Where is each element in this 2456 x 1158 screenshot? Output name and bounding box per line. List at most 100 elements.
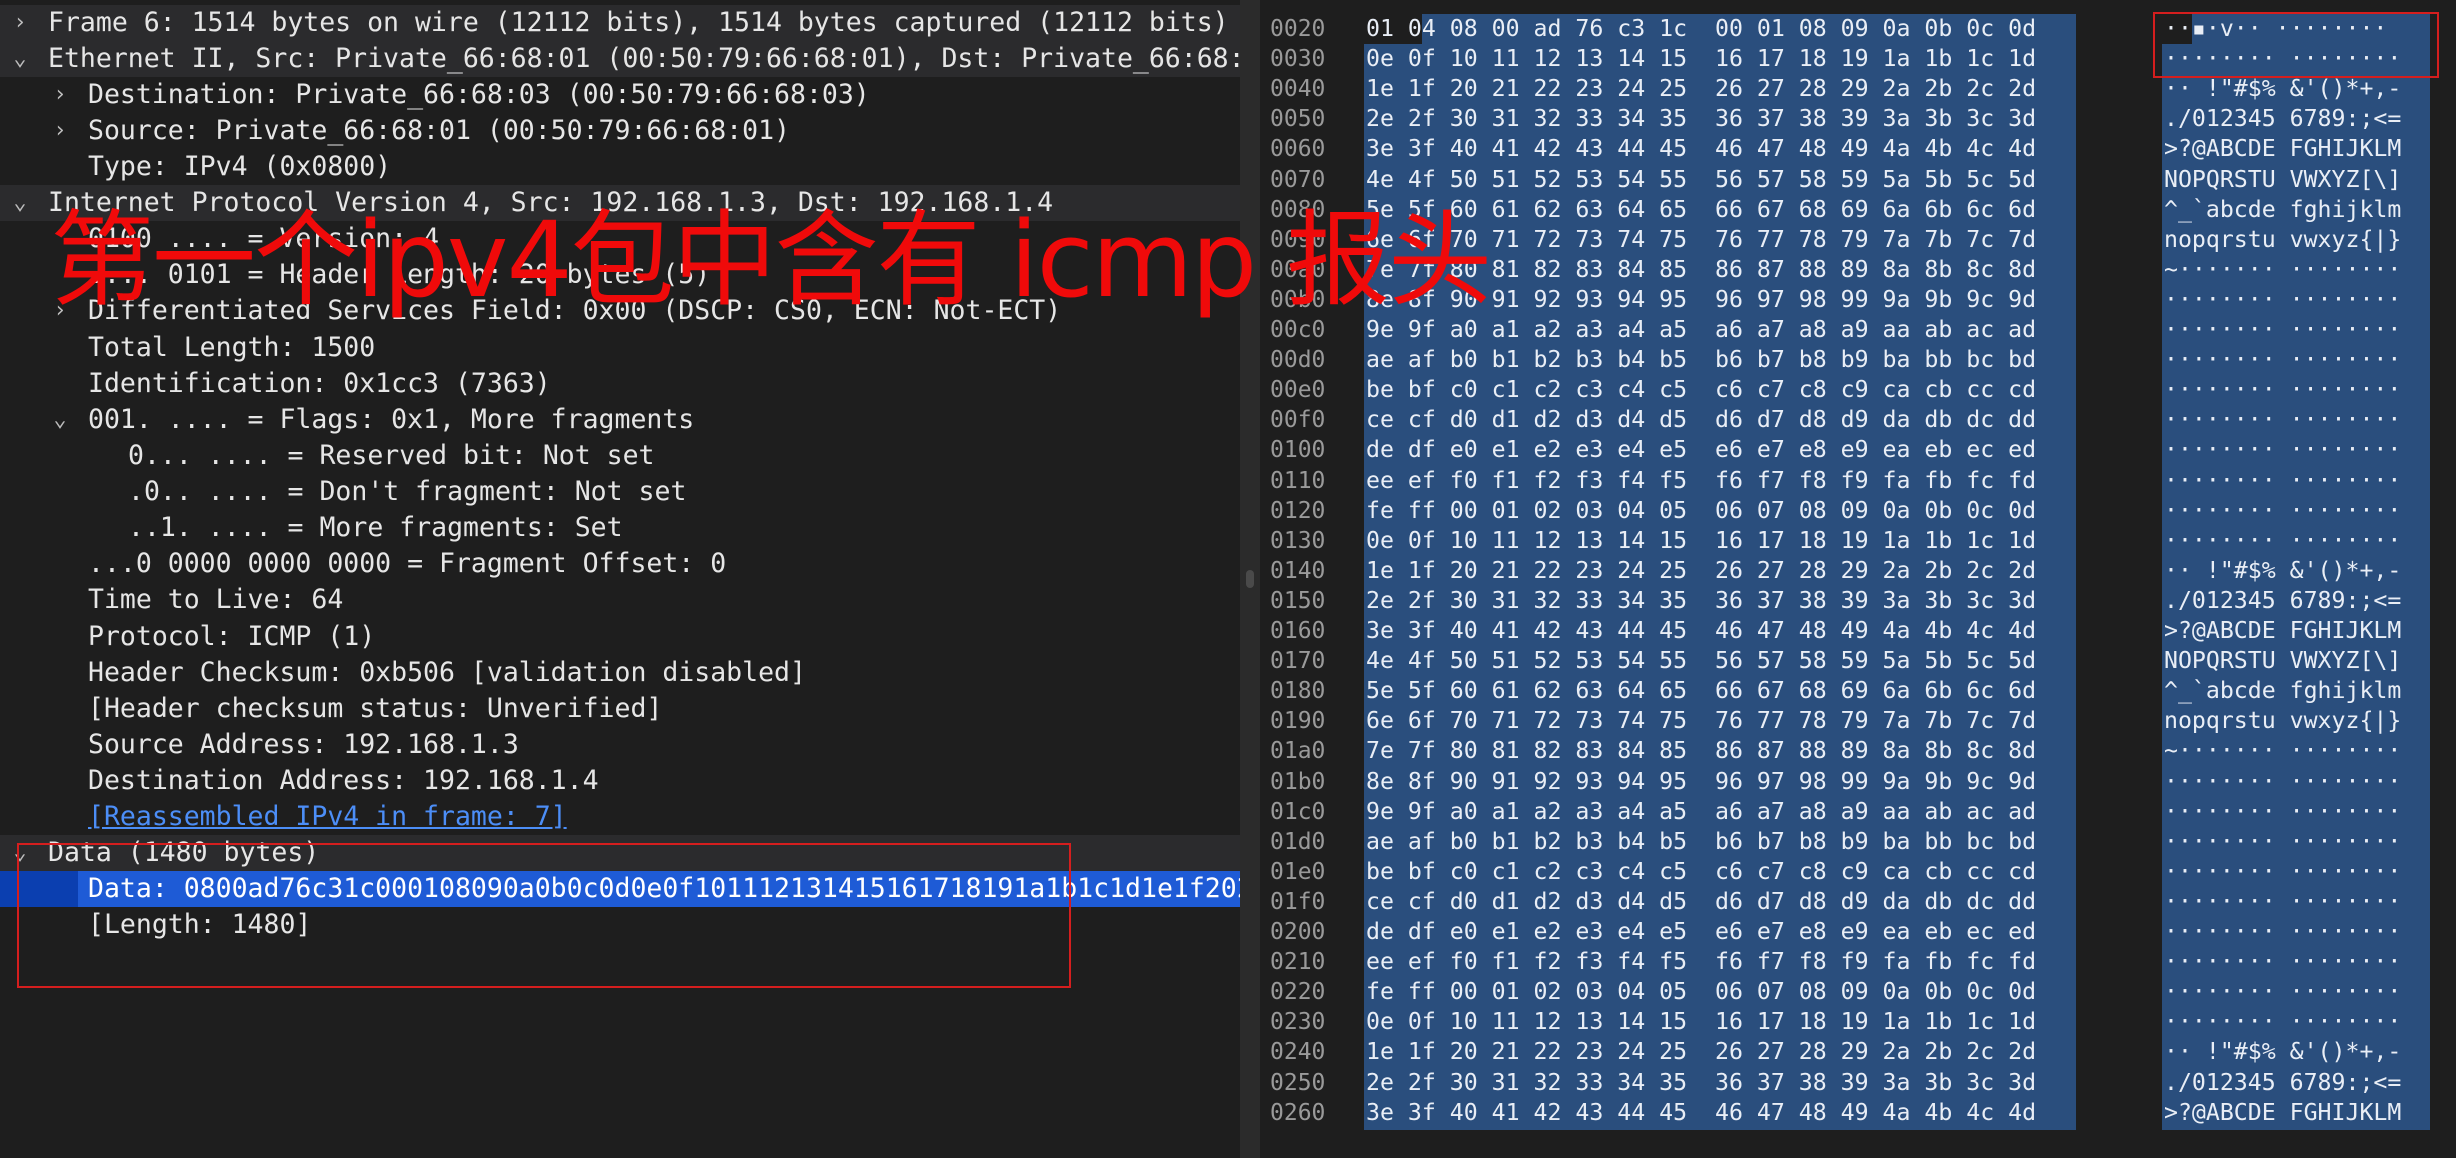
hex-offset: 0070	[1270, 166, 1326, 193]
hex-bytes[interactable]: ee ef f0 f1 f2 f3 f4 f5 f6 f7 f8 f9 fa f…	[1366, 466, 2036, 496]
hex-bytes[interactable]: 3e 3f 40 41 42 43 44 45 46 47 48 49 4a 4…	[1366, 616, 2036, 646]
ascii-bytes[interactable]: ········ ········	[2164, 977, 2401, 1007]
hex-bytes[interactable]: 2e 2f 30 31 32 33 34 35 36 37 38 39 3a 3…	[1366, 1068, 2036, 1098]
chevron-down-icon[interactable]: ⌄	[8, 185, 32, 221]
hex-bytes[interactable]: 7e 7f 80 81 82 83 84 85 86 87 88 89 8a 8…	[1366, 736, 2036, 766]
packet-bytes-pane[interactable]: 0020 01 04 08 00 ad 76 c3 1c 00 01 08 09 …	[1260, 0, 2456, 1158]
hex-bytes[interactable]: 0e 0f 10 11 12 13 14 15 16 17 18 19 1a 1…	[1366, 1007, 2036, 1037]
hex-bytes[interactable]: 2e 2f 30 31 32 33 34 35 36 37 38 39 3a 3…	[1366, 586, 2036, 616]
ascii-bytes[interactable]: ········ ········	[2164, 496, 2401, 526]
hex-offset: 01e0	[1270, 858, 1326, 885]
tree-row[interactable]: Identification: 0x1cc3 (7363)	[0, 366, 1240, 402]
hex-bytes[interactable]: 2e 2f 30 31 32 33 34 35 36 37 38 39 3a 3…	[1366, 104, 2036, 134]
tree-row[interactable]: .0.. .... = Don't fragment: Not set	[0, 474, 1240, 510]
tree-row[interactable]: ⌄ 001. .... = Flags: 0x1, More fragments	[0, 402, 1240, 438]
tree-row[interactable]: › Frame 6: 1514 bytes on wire (12112 bits…	[0, 5, 1240, 41]
pane-splitter[interactable]	[1240, 0, 1260, 1158]
hex-bytes[interactable]: 1e 1f 20 21 22 23 24 25 26 27 28 29 2a 2…	[1366, 1037, 2036, 1067]
tree-row[interactable]: Destination Address: 192.168.1.4	[0, 763, 1240, 799]
tree-row[interactable]: Source Address: 192.168.1.3	[0, 727, 1240, 763]
ascii-bytes[interactable]: nopqrstu vwxyz{|}	[2164, 706, 2401, 736]
hex-bytes[interactable]: 1e 1f 20 21 22 23 24 25 26 27 28 29 2a 2…	[1366, 556, 2036, 586]
ascii-bytes[interactable]: ^_`abcde fghijklm	[2164, 195, 2401, 225]
hex-bytes[interactable]: 3e 3f 40 41 42 43 44 45 46 47 48 49 4a 4…	[1366, 1098, 2036, 1128]
reassembled-frame-link[interactable]: [Reassembled IPv4 in frame: 7]	[88, 799, 567, 835]
ascii-bytes[interactable]: ········ ········	[2164, 827, 2401, 857]
hex-bytes[interactable]: 0e 0f 10 11 12 13 14 15 16 17 18 19 1a 1…	[1366, 44, 2036, 74]
hex-bytes[interactable]: be bf c0 c1 c2 c3 c4 c5 c6 c7 c8 c9 ca c…	[1366, 857, 2036, 887]
tree-row[interactable]: Header Checksum: 0xb506 [validation disa…	[0, 655, 1240, 691]
ascii-bytes[interactable]: >?@ABCDE FGHIJKLM	[2164, 1098, 2401, 1128]
ascii-bytes[interactable]: ········ ········	[2164, 797, 2401, 827]
ascii-bytes[interactable]: ~······· ········	[2164, 255, 2401, 285]
chevron-down-icon[interactable]: ⌄	[48, 402, 72, 438]
ascii-bytes[interactable]: ./012345 6789:;<=	[2164, 586, 2401, 616]
tree-row[interactable]: ..1. .... = More fragments: Set	[0, 510, 1240, 546]
ascii-bytes[interactable]: ·· !"#$% &'()*+,-	[2164, 556, 2401, 586]
hex-bytes[interactable]: 3e 3f 40 41 42 43 44 45 46 47 48 49 4a 4…	[1366, 134, 2036, 164]
ascii-bytes[interactable]: ········ ········	[2164, 375, 2401, 405]
tree-row[interactable]: Time to Live: 64	[0, 582, 1240, 618]
ascii-bytes[interactable]: ········ ········	[2164, 466, 2401, 496]
chevron-right-icon[interactable]: ›	[48, 113, 72, 149]
hex-bytes[interactable]: 9e 9f a0 a1 a2 a3 a4 a5 a6 a7 a8 a9 aa a…	[1366, 797, 2036, 827]
hex-bytes[interactable]: ae af b0 b1 b2 b3 b4 b5 b6 b7 b8 b9 ba b…	[1366, 827, 2036, 857]
tree-row[interactable]: Type: IPv4 (0x0800)	[0, 149, 1240, 185]
annotation-overlay-text: 第一个ipv4包中含有 icmp 报头	[50, 199, 1492, 321]
hex-bytes[interactable]: 8e 8f 90 91 92 93 94 95 96 97 98 99 9a 9…	[1366, 767, 2036, 797]
tree-row[interactable]: 0... .... = Reserved bit: Not set	[0, 438, 1240, 474]
hex-bytes[interactable]: de df e0 e1 e2 e3 e4 e5 e6 e7 e8 e9 ea e…	[1366, 435, 2036, 465]
ascii-bytes[interactable]: ·· !"#$% &'()*+,-	[2164, 1037, 2401, 1067]
hex-bytes[interactable]: 6e 6f 70 71 72 73 74 75 76 77 78 79 7a 7…	[1366, 706, 2036, 736]
ascii-bytes[interactable]: ········ ········	[2164, 947, 2401, 977]
ascii-bytes[interactable]: nopqrstu vwxyz{|}	[2164, 225, 2401, 255]
ascii-bytes[interactable]: ········ ········	[2164, 767, 2401, 797]
hex-bytes[interactable]: 01 04 08 00 ad 76 c3 1c 00 01 08 09 0a 0…	[1366, 14, 2036, 44]
hex-bytes[interactable]: ee ef f0 f1 f2 f3 f4 f5 f6 f7 f8 f9 fa f…	[1366, 947, 2036, 977]
ascii-bytes[interactable]: ········ ········	[2164, 315, 2401, 345]
ascii-bytes[interactable]: ········ ········	[2164, 405, 2401, 435]
tree-row-label: Source Address: 192.168.1.3	[88, 729, 519, 760]
ascii-bytes[interactable]: ········ ········	[2164, 1007, 2401, 1037]
hex-bytes[interactable]: ce cf d0 d1 d2 d3 d4 d5 d6 d7 d8 d9 da d…	[1366, 887, 2036, 917]
ascii-bytes[interactable]: ./012345 6789:;<=	[2164, 104, 2401, 134]
hex-bytes[interactable]: 5e 5f 60 61 62 63 64 65 66 67 68 69 6a 6…	[1366, 676, 2036, 706]
ascii-bytes[interactable]: ········ ········	[2164, 285, 2401, 315]
hex-bytes[interactable]: ce cf d0 d1 d2 d3 d4 d5 d6 d7 d8 d9 da d…	[1366, 405, 2036, 435]
ascii-bytes[interactable]: ········ ········	[2164, 917, 2401, 947]
tree-row[interactable]: Protocol: ICMP (1)	[0, 619, 1240, 655]
hex-bytes[interactable]: 0e 0f 10 11 12 13 14 15 16 17 18 19 1a 1…	[1366, 526, 2036, 556]
hex-bytes[interactable]: 4e 4f 50 51 52 53 54 55 56 57 58 59 5a 5…	[1366, 646, 2036, 676]
hex-bytes[interactable]: de df e0 e1 e2 e3 e4 e5 e6 e7 e8 e9 ea e…	[1366, 917, 2036, 947]
ascii-bytes[interactable]: ········ ········	[2164, 887, 2401, 917]
ascii-bytes[interactable]: >?@ABCDE FGHIJKLM	[2164, 134, 2401, 164]
splitter-grip[interactable]	[1246, 570, 1254, 588]
ascii-bytes[interactable]: ········ ········	[2164, 526, 2401, 556]
ascii-bytes[interactable]: ········ ········	[2164, 345, 2401, 375]
ascii-bytes[interactable]: >?@ABCDE FGHIJKLM	[2164, 616, 2401, 646]
ascii-bytes[interactable]: NOPQRSTU VWXYZ[\]	[2164, 165, 2401, 195]
ascii-bytes[interactable]: ········ ········	[2164, 435, 2401, 465]
hex-bytes[interactable]: fe ff 00 01 02 03 04 05 06 07 08 09 0a 0…	[1366, 496, 2036, 526]
tree-row[interactable]: ⌄ Ethernet II, Src: Private_66:68:01 (00:…	[0, 41, 1240, 77]
ascii-bytes[interactable]: ·· !"#$% &'()*+,-	[2164, 74, 2401, 104]
ascii-bytes[interactable]: NOPQRSTU VWXYZ[\]	[2164, 646, 2401, 676]
hex-bytes[interactable]: be bf c0 c1 c2 c3 c4 c5 c6 c7 c8 c9 ca c…	[1366, 375, 2036, 405]
tree-row[interactable]: [Header checksum status: Unverified]	[0, 691, 1240, 727]
tree-row[interactable]: [Reassembled IPv4 in frame: 7]	[0, 799, 1240, 835]
hex-bytes[interactable]: fe ff 00 01 02 03 04 05 06 07 08 09 0a 0…	[1366, 977, 2036, 1007]
chevron-down-icon[interactable]: ⌄	[8, 41, 32, 77]
tree-row[interactable]: ...0 0000 0000 0000 = Fragment Offset: 0	[0, 546, 1240, 582]
chevron-right-icon[interactable]: ›	[48, 77, 72, 113]
ascii-bytes[interactable]: ~······· ········	[2164, 736, 2401, 766]
chevron-right-icon[interactable]: ›	[8, 5, 32, 41]
tree-row[interactable]: › Source: Private_66:68:01 (00:50:79:66:6…	[0, 113, 1240, 149]
hex-bytes[interactable]: 1e 1f 20 21 22 23 24 25 26 27 28 29 2a 2…	[1366, 74, 2036, 104]
ascii-bytes[interactable]: ········ ········	[2164, 857, 2401, 887]
ascii-bytes[interactable]: ./012345 6789:;<=	[2164, 1068, 2401, 1098]
hex-bytes[interactable]: ae af b0 b1 b2 b3 b4 b5 b6 b7 b8 b9 ba b…	[1366, 345, 2036, 375]
hex-bytes[interactable]: 4e 4f 50 51 52 53 54 55 56 57 58 59 5a 5…	[1366, 165, 2036, 195]
tree-row[interactable]: Total Length: 1500	[0, 330, 1240, 366]
ascii-bytes[interactable]: ^_`abcde fghijklm	[2164, 676, 2401, 706]
tree-row[interactable]: › Destination: Private_66:68:03 (00:50:79…	[0, 77, 1240, 113]
